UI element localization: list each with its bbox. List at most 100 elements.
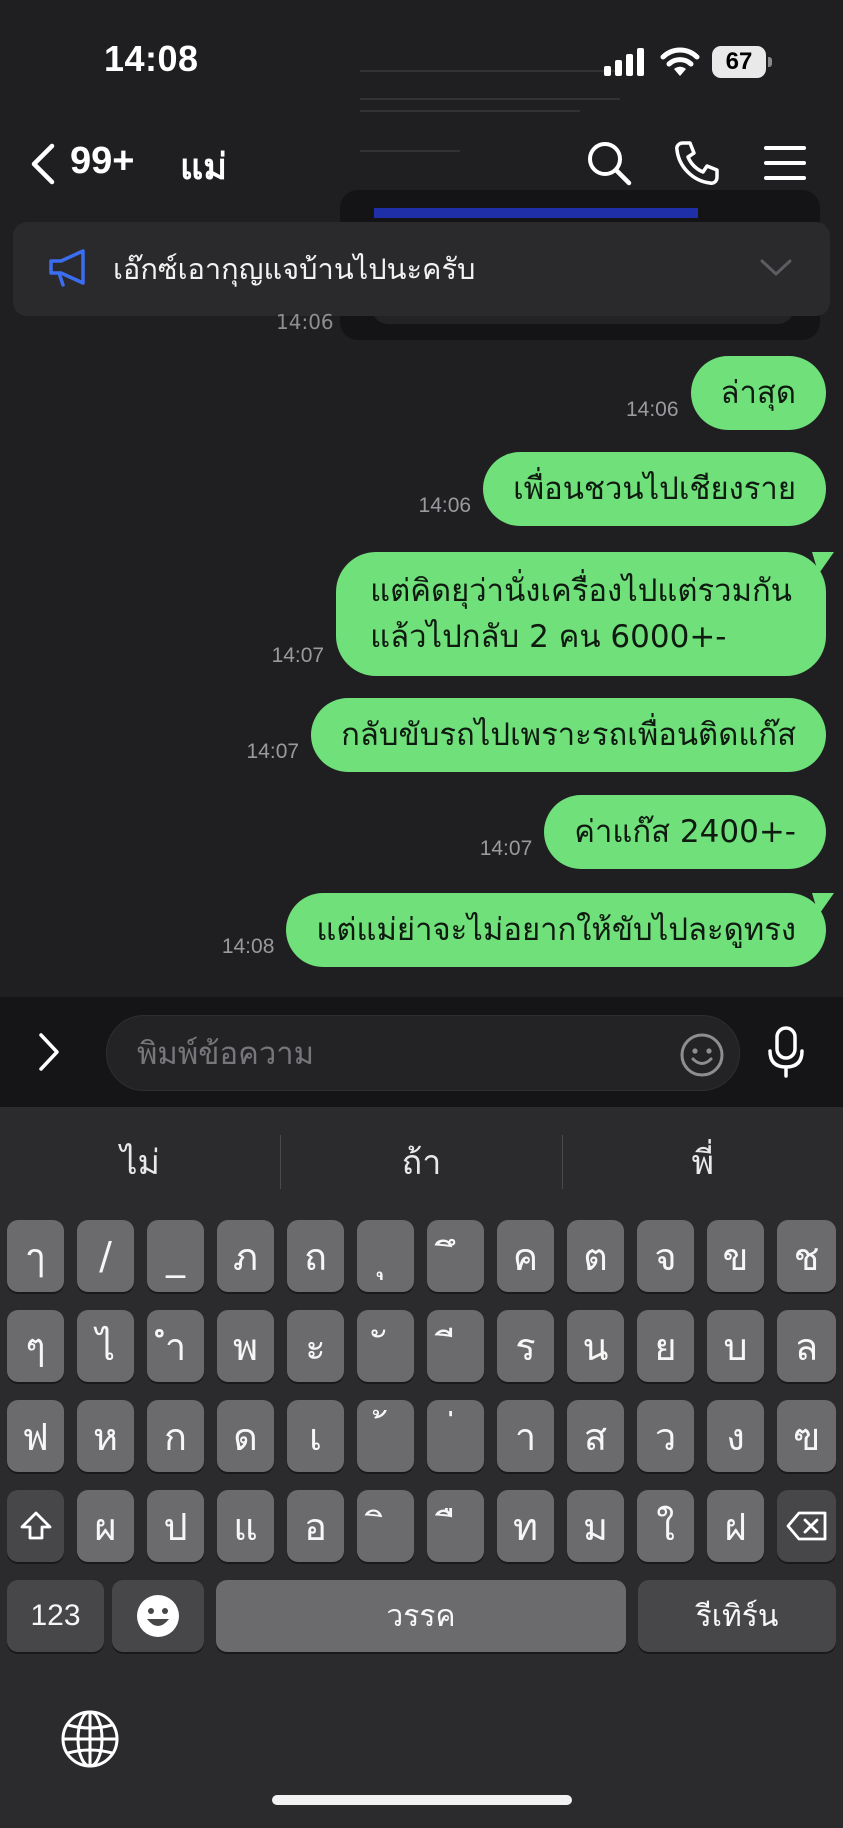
message-bubble[interactable]: ค่าแก๊ส 2400+- (544, 795, 826, 869)
key[interactable]: ำ (147, 1310, 204, 1382)
key[interactable]: อ (287, 1490, 344, 1562)
message-time: 14:06 (418, 494, 472, 517)
chat-header: 99+ แม่ (0, 120, 843, 204)
key[interactable]: จ (637, 1220, 694, 1292)
key[interactable]: ค (497, 1220, 554, 1292)
key[interactable]: ้ (357, 1400, 414, 1472)
message-time: 14:07 (479, 837, 533, 860)
key[interactable]: ง (707, 1400, 764, 1472)
chevron-right-icon[interactable] (36, 1031, 62, 1073)
return-key[interactable]: รีเทิร์น (638, 1580, 836, 1652)
message-text: เพื่อนชวนไปเชียงราย (513, 471, 796, 507)
announcement-text: เอ๊กซ์เอากุญแจบ้านไปนะครับ (113, 252, 476, 286)
key[interactable]: ล (777, 1310, 836, 1382)
space-key[interactable]: วรรค (216, 1580, 626, 1652)
home-indicator[interactable] (272, 1795, 572, 1805)
key[interactable]: ุ (357, 1220, 414, 1292)
suggestion-item[interactable]: ถ้า (281, 1135, 561, 1189)
message-text: แต่แม่ย่าจะไม่อยากให้ขับไปละดูทรง (316, 912, 796, 948)
key[interactable]: ย (637, 1310, 694, 1382)
key[interactable]: ๅ (7, 1220, 64, 1292)
emoji-face-icon[interactable] (679, 1032, 725, 1078)
key[interactable]: _ (147, 1220, 204, 1292)
key[interactable]: ่ (427, 1400, 484, 1472)
message-time: 14:06 (276, 310, 334, 334)
key[interactable]: ิ (357, 1490, 414, 1562)
suggestion-item[interactable]: พี่ (563, 1135, 843, 1189)
key[interactable]: แ (217, 1490, 274, 1562)
key[interactable]: ั (357, 1310, 414, 1382)
announcement-banner[interactable]: เอ๊กซ์เอากุญแจบ้านไปนะครับ (13, 222, 830, 316)
key[interactable]: บ (707, 1310, 764, 1382)
shift-key[interactable] (7, 1490, 64, 1562)
emoji-key[interactable] (112, 1580, 204, 1652)
message-bubble[interactable]: แต่แม่ย่าจะไม่อยากให้ขับไปละดูทรง (286, 893, 826, 967)
key[interactable]: ต (567, 1220, 624, 1292)
message-bubble[interactable]: กลับขับรถไปเพราะรถเพื่อนติดแก๊ส (311, 698, 826, 772)
key[interactable]: า (497, 1400, 554, 1472)
message-row: 14:07 แต่คิดยุว่านั่งเครื่องไปแต่รวมกัน … (272, 552, 826, 676)
key[interactable]: ท (497, 1490, 554, 1562)
key[interactable]: ึ (427, 1220, 484, 1292)
search-icon[interactable] (586, 140, 632, 186)
key[interactable]: ส (567, 1400, 624, 1472)
key[interactable]: ก (147, 1400, 204, 1472)
globe-icon[interactable] (60, 1709, 120, 1769)
key[interactable]: ฟ (7, 1400, 64, 1472)
key[interactable]: ถ (287, 1220, 344, 1292)
key[interactable]: ด (217, 1400, 274, 1472)
key[interactable]: ไ (77, 1310, 134, 1382)
chevron-down-icon[interactable] (759, 252, 793, 282)
delete-key[interactable] (777, 1490, 836, 1562)
message-text: กลับขับรถไปเพราะรถเพื่อนติดแก๊ส (341, 717, 796, 753)
hamburger-menu-icon[interactable] (762, 140, 808, 186)
suggestion-item[interactable]: ไม่ (0, 1135, 280, 1189)
key[interactable]: ฃ (777, 1400, 836, 1472)
key[interactable]: ป (147, 1490, 204, 1562)
emoji-face-icon (137, 1595, 179, 1637)
key[interactable]: ี (427, 1310, 484, 1382)
key[interactable]: ข (707, 1220, 764, 1292)
key[interactable]: ๆ (7, 1310, 64, 1382)
message-text: แต่คิดยุว่านั่งเครื่องไปแต่รวมกัน (370, 573, 792, 609)
key[interactable]: ห (77, 1400, 134, 1472)
message-input-bar (0, 997, 843, 1107)
chat-title[interactable]: แม่ (180, 138, 227, 195)
key[interactable]: น (567, 1310, 624, 1382)
key[interactable]: ภ (217, 1220, 274, 1292)
numbers-key[interactable]: 123 (7, 1580, 104, 1652)
message-input-field[interactable] (106, 1015, 740, 1091)
key[interactable]: ม (567, 1490, 624, 1562)
message-time: 14:08 (221, 935, 275, 958)
key[interactable]: ช (777, 1220, 836, 1292)
message-bubble[interactable]: เพื่อนชวนไปเชียงราย (483, 452, 826, 526)
message-bubble[interactable]: ล่าสุด (690, 356, 826, 430)
microphone-icon[interactable] (766, 1025, 806, 1079)
key[interactable]: ื (427, 1490, 484, 1562)
key[interactable]: ฝ (707, 1490, 764, 1562)
key[interactable]: / (77, 1220, 134, 1292)
signal-bars-icon (604, 48, 644, 76)
message-time: 14:06 (625, 398, 679, 421)
message-input[interactable] (137, 1028, 657, 1080)
key[interactable]: ผ (77, 1490, 134, 1562)
message-text: ล่าสุด (720, 375, 796, 411)
keyboard: ไม่ ถ้า พี่ ๅ / _ ภ ถ ุ ึ ค ต จ ข ช ๆ ไ … (0, 1107, 843, 1828)
key[interactable]: ใ (637, 1490, 694, 1562)
battery-cap (768, 57, 772, 67)
key[interactable]: พ (217, 1310, 274, 1382)
message-time: 14:07 (271, 644, 325, 667)
unread-count-badge[interactable]: 99+ (70, 140, 134, 183)
message-row: 14:07 ค่าแก๊ส 2400+- (480, 795, 826, 869)
key[interactable]: ร (497, 1310, 554, 1382)
key[interactable]: ว (637, 1400, 694, 1472)
key[interactable]: เ (287, 1400, 344, 1472)
message-bubble[interactable]: แต่คิดยุว่านั่งเครื่องไปแต่รวมกัน แล้วไป… (336, 552, 826, 676)
key[interactable]: ะ (287, 1310, 344, 1382)
battery-indicator: 67 (712, 46, 772, 78)
message-row: 14:07 กลับขับรถไปเพราะรถเพื่อนติดแก๊ส (247, 698, 826, 772)
phone-icon[interactable] (674, 140, 720, 186)
battery-level: 67 (712, 46, 766, 78)
chevron-left-icon[interactable] (28, 142, 58, 186)
media-card-accent (374, 208, 698, 218)
